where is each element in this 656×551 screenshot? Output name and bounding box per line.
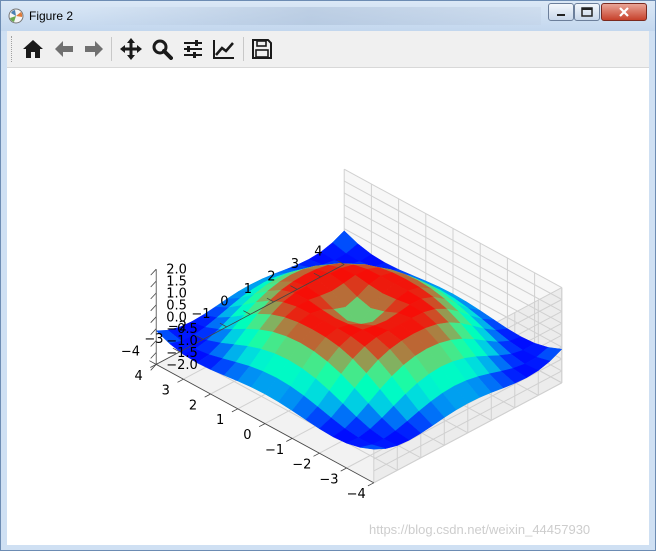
x-tick bbox=[313, 452, 320, 457]
toolbar-grip[interactable] bbox=[11, 36, 15, 62]
x-tick-label: −4 bbox=[347, 487, 366, 502]
navigation-toolbar bbox=[7, 31, 649, 68]
x-tick bbox=[286, 438, 293, 442]
z-tick-label: 2.0 bbox=[166, 263, 187, 278]
z-tick bbox=[150, 316, 157, 323]
z-tick bbox=[150, 352, 157, 359]
y-tick-label: −4 bbox=[121, 344, 140, 359]
x-tick bbox=[258, 423, 266, 428]
x-tick-label: 1 bbox=[216, 413, 224, 428]
figure-canvas-area: −4 −3 −2 −1 0 1 2 3 4 −4 −3 −2 −1 0 1 2 3 4 −2.0 −1.5 −1.0 −0… bbox=[7, 31, 649, 545]
x-tick-label: 4 bbox=[134, 369, 142, 384]
maximize-button[interactable] bbox=[574, 3, 600, 21]
z-tick bbox=[150, 364, 157, 371]
x-tick-label: 2 bbox=[189, 398, 197, 413]
y-tick-label: 1 bbox=[244, 282, 252, 297]
y-tick-label: −3 bbox=[144, 332, 163, 347]
z-tick bbox=[150, 280, 157, 288]
x-tick-label: −3 bbox=[319, 472, 338, 487]
close-icon bbox=[619, 7, 629, 17]
x-tick bbox=[231, 408, 238, 413]
x-tick-label: 0 bbox=[243, 428, 251, 443]
y-tick-label: 2 bbox=[267, 269, 275, 284]
pan-button[interactable] bbox=[117, 35, 145, 63]
zoom-icon bbox=[152, 39, 173, 60]
z-tick bbox=[150, 268, 157, 276]
y-tick-label: −1 bbox=[191, 307, 210, 322]
back-icon bbox=[55, 41, 73, 57]
x-tick-label: 3 bbox=[162, 384, 170, 399]
x-tick bbox=[204, 393, 211, 398]
configure-subplots-button[interactable] bbox=[179, 35, 207, 63]
y-tick-label: 3 bbox=[291, 257, 299, 272]
forward-button[interactable] bbox=[80, 35, 108, 63]
x-tick bbox=[367, 482, 374, 487]
close-button[interactable] bbox=[601, 3, 647, 21]
window-title: Figure 2 bbox=[29, 9, 74, 23]
zoom-button[interactable] bbox=[148, 35, 176, 63]
edit-axis-icon bbox=[213, 40, 234, 59]
plot-area[interactable]: −4 −3 −2 −1 0 1 2 3 4 −4 −3 −2 −1 0 1 2 3 4 −2.0 −1.5 −1.0 −0… bbox=[7, 68, 649, 545]
save-button[interactable] bbox=[248, 35, 276, 63]
watermark: https://blog.csdn.net/weixin_44457930 bbox=[369, 522, 591, 537]
x-tick-label: −1 bbox=[265, 443, 284, 458]
matplotlib-icon bbox=[8, 8, 24, 24]
back-button[interactable] bbox=[50, 35, 78, 63]
home-button[interactable] bbox=[19, 35, 47, 63]
y-tick bbox=[149, 360, 157, 365]
minimize-icon bbox=[557, 14, 565, 16]
home-icon bbox=[23, 40, 43, 58]
z-tick bbox=[150, 304, 157, 312]
minimize-button[interactable] bbox=[548, 3, 574, 21]
title-bar[interactable]: Figure 2 bbox=[1, 1, 655, 31]
edit-axis-button[interactable] bbox=[210, 35, 238, 63]
x-tick bbox=[340, 467, 347, 472]
z-tick bbox=[150, 292, 157, 300]
pan-icon bbox=[120, 38, 142, 60]
save-icon bbox=[252, 39, 272, 59]
figure-window: Figure 2 −4 −3 −2 −1 0 1 2 3 4 −4 −3 −2 … bbox=[0, 0, 656, 551]
x-tick-label: −2 bbox=[292, 458, 311, 473]
surface-plot-3d: −4−3−2−101234−4−3−2−101234−2.0−1.5−1.0−0… bbox=[121, 168, 563, 502]
maximize-icon bbox=[581, 7, 593, 17]
x-tick bbox=[177, 378, 184, 383]
y-tick-label: 0 bbox=[220, 294, 228, 309]
toolbar-separator bbox=[243, 37, 244, 61]
title-bar-background bbox=[81, 7, 541, 25]
y-tick-label: 4 bbox=[314, 244, 322, 259]
configure-subplots-icon bbox=[184, 40, 202, 58]
forward-icon bbox=[85, 41, 103, 57]
toolbar-separator bbox=[111, 37, 112, 61]
